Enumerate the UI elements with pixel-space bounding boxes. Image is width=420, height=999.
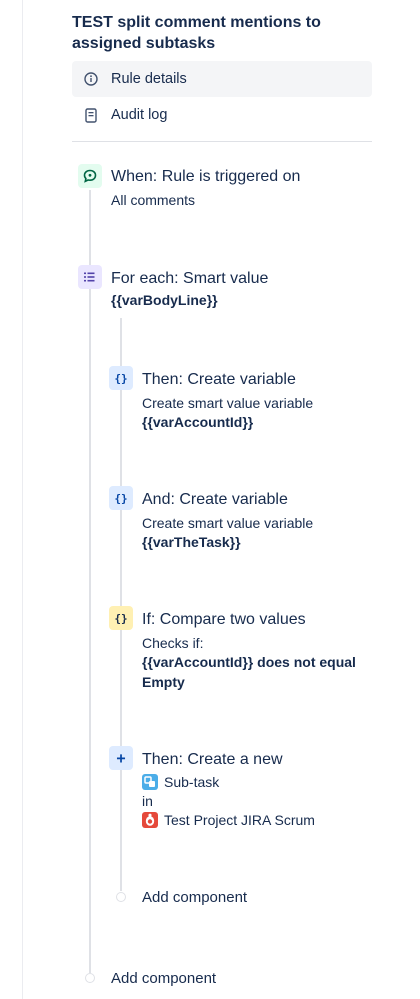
plus-icon[interactable]: + [109,746,133,770]
outer-connector-line [89,190,91,973]
add-component-dot [116,892,126,902]
info-icon [83,71,99,87]
branch-smart-value: {{varBodyLine}} [111,292,218,308]
condition-expression: {{varAccountId}} does not equal [142,654,356,670]
create-variable-2-name: {{varTheTask}} [142,534,241,550]
nav-divider [72,141,372,142]
trigger-detail: All comments [111,192,196,208]
create-variable-icon[interactable]: {} [109,486,133,510]
create-variable-1-desc: Create smart value variable [142,395,314,411]
create-issue-project: Test Project JIRA Scrum [142,812,315,828]
create-variable-icon[interactable]: {} [109,366,133,390]
add-component-inner[interactable]: Add component [142,889,247,906]
condition-value: Empty [142,674,185,690]
project-name: Test Project JIRA Scrum [164,812,315,828]
create-issue-type: Sub-task [142,774,219,790]
nav-rule-details[interactable]: Rule details [72,61,372,97]
inner-connector-line [120,318,122,891]
audit-log-icon [83,107,99,123]
issue-type-label: Sub-task [164,774,220,790]
panel-left-border [22,0,23,999]
add-component-outer[interactable]: Add component [111,970,216,987]
branch-title[interactable]: For each: Smart value [111,270,268,288]
create-issue-title[interactable]: Then: Create a new [142,751,283,769]
create-variable-1-title[interactable]: Then: Create variable [142,371,296,389]
comment-trigger-icon[interactable] [78,164,102,188]
rule-title: TEST split comment mentions to assigned … [72,14,321,52]
nav-audit-log[interactable]: Audit log [72,97,372,133]
create-variable-1-name: {{varAccountId}} [142,414,254,430]
project-avatar-icon [142,812,158,828]
nav-rule-details-label: Rule details [111,71,187,87]
branch-list-icon[interactable] [78,265,102,289]
condition-title[interactable]: If: Compare two values [142,611,306,629]
condition-checks-label: Checks if: [142,635,204,651]
create-issue-in-label: in [142,793,153,809]
trigger-title[interactable]: When: Rule is triggered on [111,168,300,186]
condition-icon[interactable]: {} [109,606,133,630]
subtask-icon [142,774,158,790]
create-variable-2-title[interactable]: And: Create variable [142,491,288,509]
nav-audit-log-label: Audit log [111,107,168,123]
add-component-dot [85,973,95,983]
create-variable-2-desc: Create smart value variable [142,515,314,531]
